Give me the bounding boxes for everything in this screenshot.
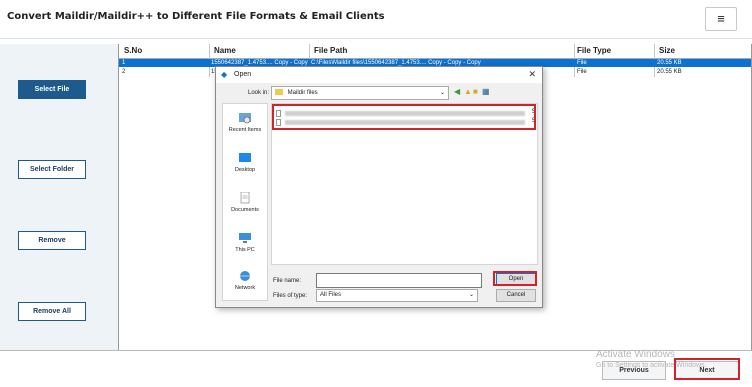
cell-sno: 2 xyxy=(122,69,126,75)
place-label: This PC xyxy=(235,247,255,253)
col-file-type: File Type xyxy=(577,46,612,55)
sidebar: Select File Select Folder Remove Remove … xyxy=(0,44,118,350)
chevron-down-icon: ⌄ xyxy=(439,90,445,96)
cancel-button[interactable]: Cancel xyxy=(496,289,536,302)
activate-windows-title: Activate Windows xyxy=(596,349,675,360)
file-type-select[interactable]: All Files ⌄ xyxy=(316,289,478,302)
table-header: S.No Name File Path File Type Size xyxy=(119,44,751,59)
file-type-value: All Files xyxy=(320,292,342,298)
documents-icon xyxy=(240,192,250,204)
recent-items-icon xyxy=(239,113,251,124)
remove-button[interactable]: Remove xyxy=(18,231,86,250)
col-sno: S.No xyxy=(124,46,143,55)
file-type-label: Files of type: xyxy=(273,293,308,299)
place-recent-items[interactable]: Recent Items xyxy=(223,112,267,133)
open-dialog-icon: ◆ xyxy=(221,70,228,79)
look-in-label: Look in: xyxy=(248,90,270,96)
place-label: Network xyxy=(234,285,256,291)
new-folder-icon[interactable]: ■ xyxy=(473,87,478,96)
close-icon[interactable]: ✕ xyxy=(528,69,536,80)
dialog-title: Open xyxy=(234,71,252,78)
place-network[interactable]: Network xyxy=(223,270,267,291)
place-this-pc[interactable]: This PC xyxy=(223,232,267,253)
view-menu-icon[interactable]: ▦ xyxy=(482,87,490,96)
open-dialog: ◆ Open ✕ Look in: Maildir files ⌄ ◀ ▲ ■ … xyxy=(215,66,543,308)
file-name-field[interactable] xyxy=(316,273,482,288)
place-label: Desktop xyxy=(234,167,256,173)
place-label: Recent Items xyxy=(228,127,262,133)
col-size: Size xyxy=(659,46,676,55)
look-in-value: Maildir files xyxy=(287,90,318,96)
app-title: Convert Maildir/Maildir++ to Different F… xyxy=(7,11,385,22)
cell-type: File xyxy=(577,60,587,66)
places-bar: Recent Items Desktop Documents This PC N… xyxy=(222,103,268,301)
dialog-titlebar: ◆ Open ✕ xyxy=(216,67,542,83)
col-name: Name xyxy=(214,46,236,55)
cell-size: 20.55 KB xyxy=(657,69,682,75)
select-folder-button[interactable]: Select Folder xyxy=(18,160,86,179)
activate-windows-subtitle: Go to Settings to activate Windows. xyxy=(596,362,707,369)
menu-button[interactable]: ≡ xyxy=(705,7,737,31)
place-desktop[interactable]: Desktop xyxy=(223,152,267,173)
highlight-open xyxy=(493,271,537,286)
place-documents[interactable]: Documents xyxy=(223,192,267,213)
chevron-down-icon: ⌄ xyxy=(468,292,474,298)
desktop-icon xyxy=(239,153,251,162)
look-in-dropdown[interactable]: Maildir files ⌄ xyxy=(271,86,449,100)
cell-sno: 1 xyxy=(122,60,126,66)
back-icon[interactable]: ◀ xyxy=(454,87,460,96)
folder-icon xyxy=(275,89,283,96)
place-label: Documents xyxy=(231,207,259,213)
file-name-label: File name: xyxy=(273,278,302,284)
highlight-files xyxy=(272,104,536,130)
select-file-button[interactable]: Select File xyxy=(18,80,86,99)
computer-icon xyxy=(239,233,251,243)
app-header: Convert Maildir/Maildir++ to Different F… xyxy=(0,0,752,39)
cell-size: 20.55 KB xyxy=(657,60,682,66)
up-folder-icon[interactable]: ▲ xyxy=(464,87,472,96)
cell-type: File xyxy=(577,69,587,75)
col-file-path: File Path xyxy=(314,46,348,55)
network-icon xyxy=(240,271,250,281)
remove-all-button[interactable]: Remove All xyxy=(18,302,86,321)
